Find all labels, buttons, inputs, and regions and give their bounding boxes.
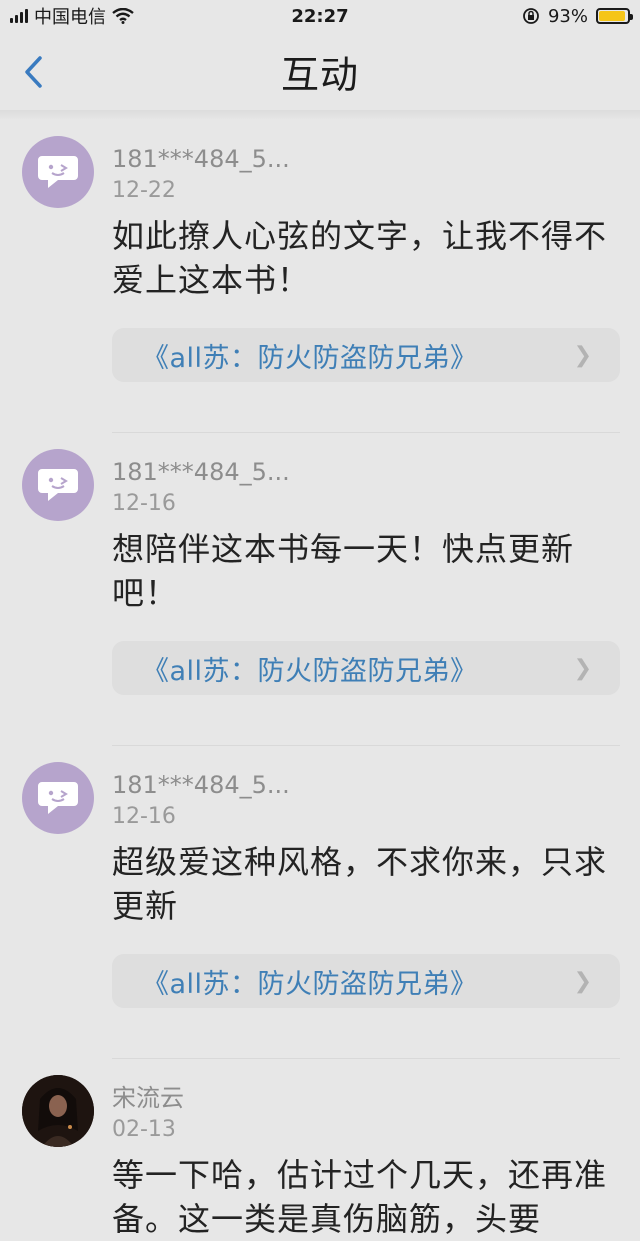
chevron-right-icon: ❯ <box>573 655 592 681</box>
user-avatar[interactable] <box>22 136 94 208</box>
signal-icon <box>10 9 28 23</box>
comment-text: 如此撩人心弦的文字，让我不得不爱上这本书！ <box>112 217 608 299</box>
battery-percent: 93% <box>547 5 588 27</box>
chat-bubble-icon <box>38 782 78 814</box>
chevron-left-icon <box>25 56 42 88</box>
username[interactable]: 181***484_5... <box>112 433 620 487</box>
comment-text: 超级爱这种风格，不求你来，只求更新 <box>112 843 608 925</box>
user-photo <box>22 1075 94 1147</box>
username[interactable]: 181***484_5... <box>112 120 620 174</box>
book-link[interactable]: 《all苏：防火防盗防兄弟》 ❯ <box>112 328 620 382</box>
user-avatar[interactable] <box>22 449 94 521</box>
nav-divider <box>0 110 640 120</box>
book-title: 《all苏：防火防盗防兄弟》 <box>142 342 478 374</box>
battery-icon <box>596 8 633 24</box>
orientation-lock-icon <box>523 8 539 24</box>
user-avatar[interactable] <box>22 1075 94 1147</box>
book-link[interactable]: 《all苏：防火防盗防兄弟》 ❯ <box>112 641 620 695</box>
comment-text: 等一下哈，估计过个几天，还再准备。这一类是真伤脑筋，头要 <box>112 1156 608 1238</box>
comment-item: 181***484_5... 12-16 想陪伴这本书每一天！快点更新吧！ 《a… <box>0 433 640 746</box>
comment-item: 181***484_5... 12-16 超级爱这种风格，不求你来，只求更新 《… <box>0 746 640 1059</box>
status-bar: 中国电信 22:27 93% <box>0 0 640 32</box>
wifi-icon <box>112 8 134 24</box>
username[interactable]: 181***484_5... <box>112 746 620 800</box>
nav-bar: 互动 <box>0 32 640 110</box>
comment-item: 181***484_5... 12-22 如此撩人心弦的文字，让我不得不爱上这本… <box>0 120 640 433</box>
comment-feed[interactable]: 181***484_5... 12-22 如此撩人心弦的文字，让我不得不爱上这本… <box>0 120 640 1241</box>
carrier-label: 中国电信 <box>34 7 106 28</box>
comment-item: 宋流云 02-13 等一下哈，估计过个几天，还再准备。这一类是真伤脑筋，头要 <box>0 1059 640 1241</box>
chevron-right-icon: ❯ <box>573 968 592 994</box>
back-button[interactable] <box>22 52 52 92</box>
book-title: 《all苏：防火防盗防兄弟》 <box>142 655 478 687</box>
book-title: 《all苏：防火防盗防兄弟》 <box>142 968 478 1000</box>
user-avatar[interactable] <box>22 762 94 834</box>
comment-text: 想陪伴这本书每一天！快点更新吧！ <box>112 530 575 612</box>
chat-bubble-icon <box>38 156 78 188</box>
comment-date: 12-22 <box>112 178 176 203</box>
page-title: 互动 <box>280 52 359 97</box>
username[interactable]: 宋流云 <box>112 1059 620 1113</box>
book-link[interactable]: 《all苏：防火防盗防兄弟》 ❯ <box>112 954 620 1008</box>
chevron-right-icon: ❯ <box>573 342 592 368</box>
comment-date: 02-13 <box>112 1117 176 1142</box>
comment-date: 12-16 <box>112 491 176 516</box>
chat-bubble-icon <box>38 469 78 501</box>
comment-date: 12-16 <box>112 804 176 829</box>
